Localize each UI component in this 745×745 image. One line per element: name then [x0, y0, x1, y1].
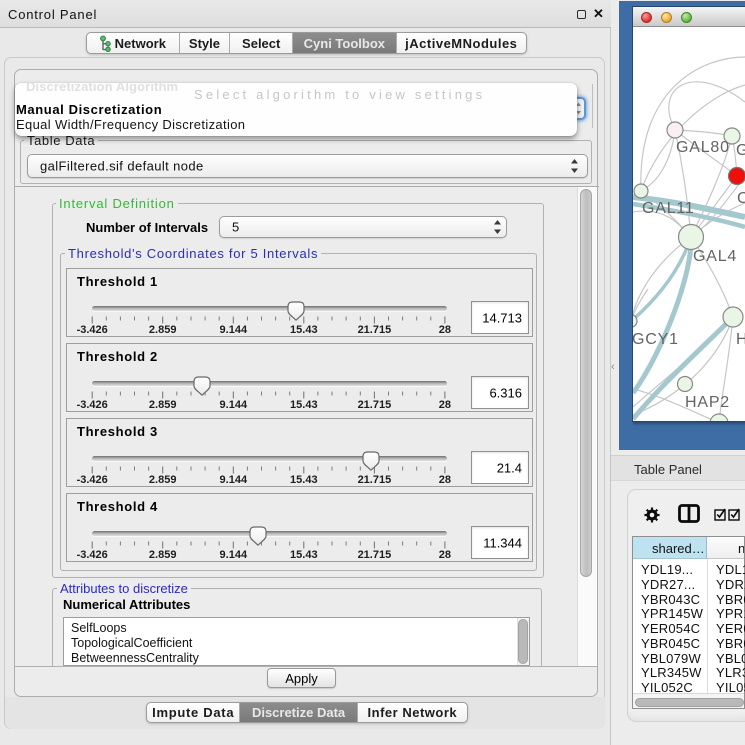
svg-text:GA: GA: [736, 142, 745, 159]
svg-text:GAL4: GAL4: [693, 248, 737, 265]
svg-text:H: H: [736, 331, 745, 348]
svg-text:GAL11: GAL11: [642, 200, 695, 217]
svg-text:HAP2: HAP2: [685, 394, 730, 411]
svg-text:GCY1: GCY1: [633, 331, 679, 348]
svg-text:GAL80: GAL80: [676, 139, 730, 156]
svg-text:C: C: [737, 190, 745, 207]
